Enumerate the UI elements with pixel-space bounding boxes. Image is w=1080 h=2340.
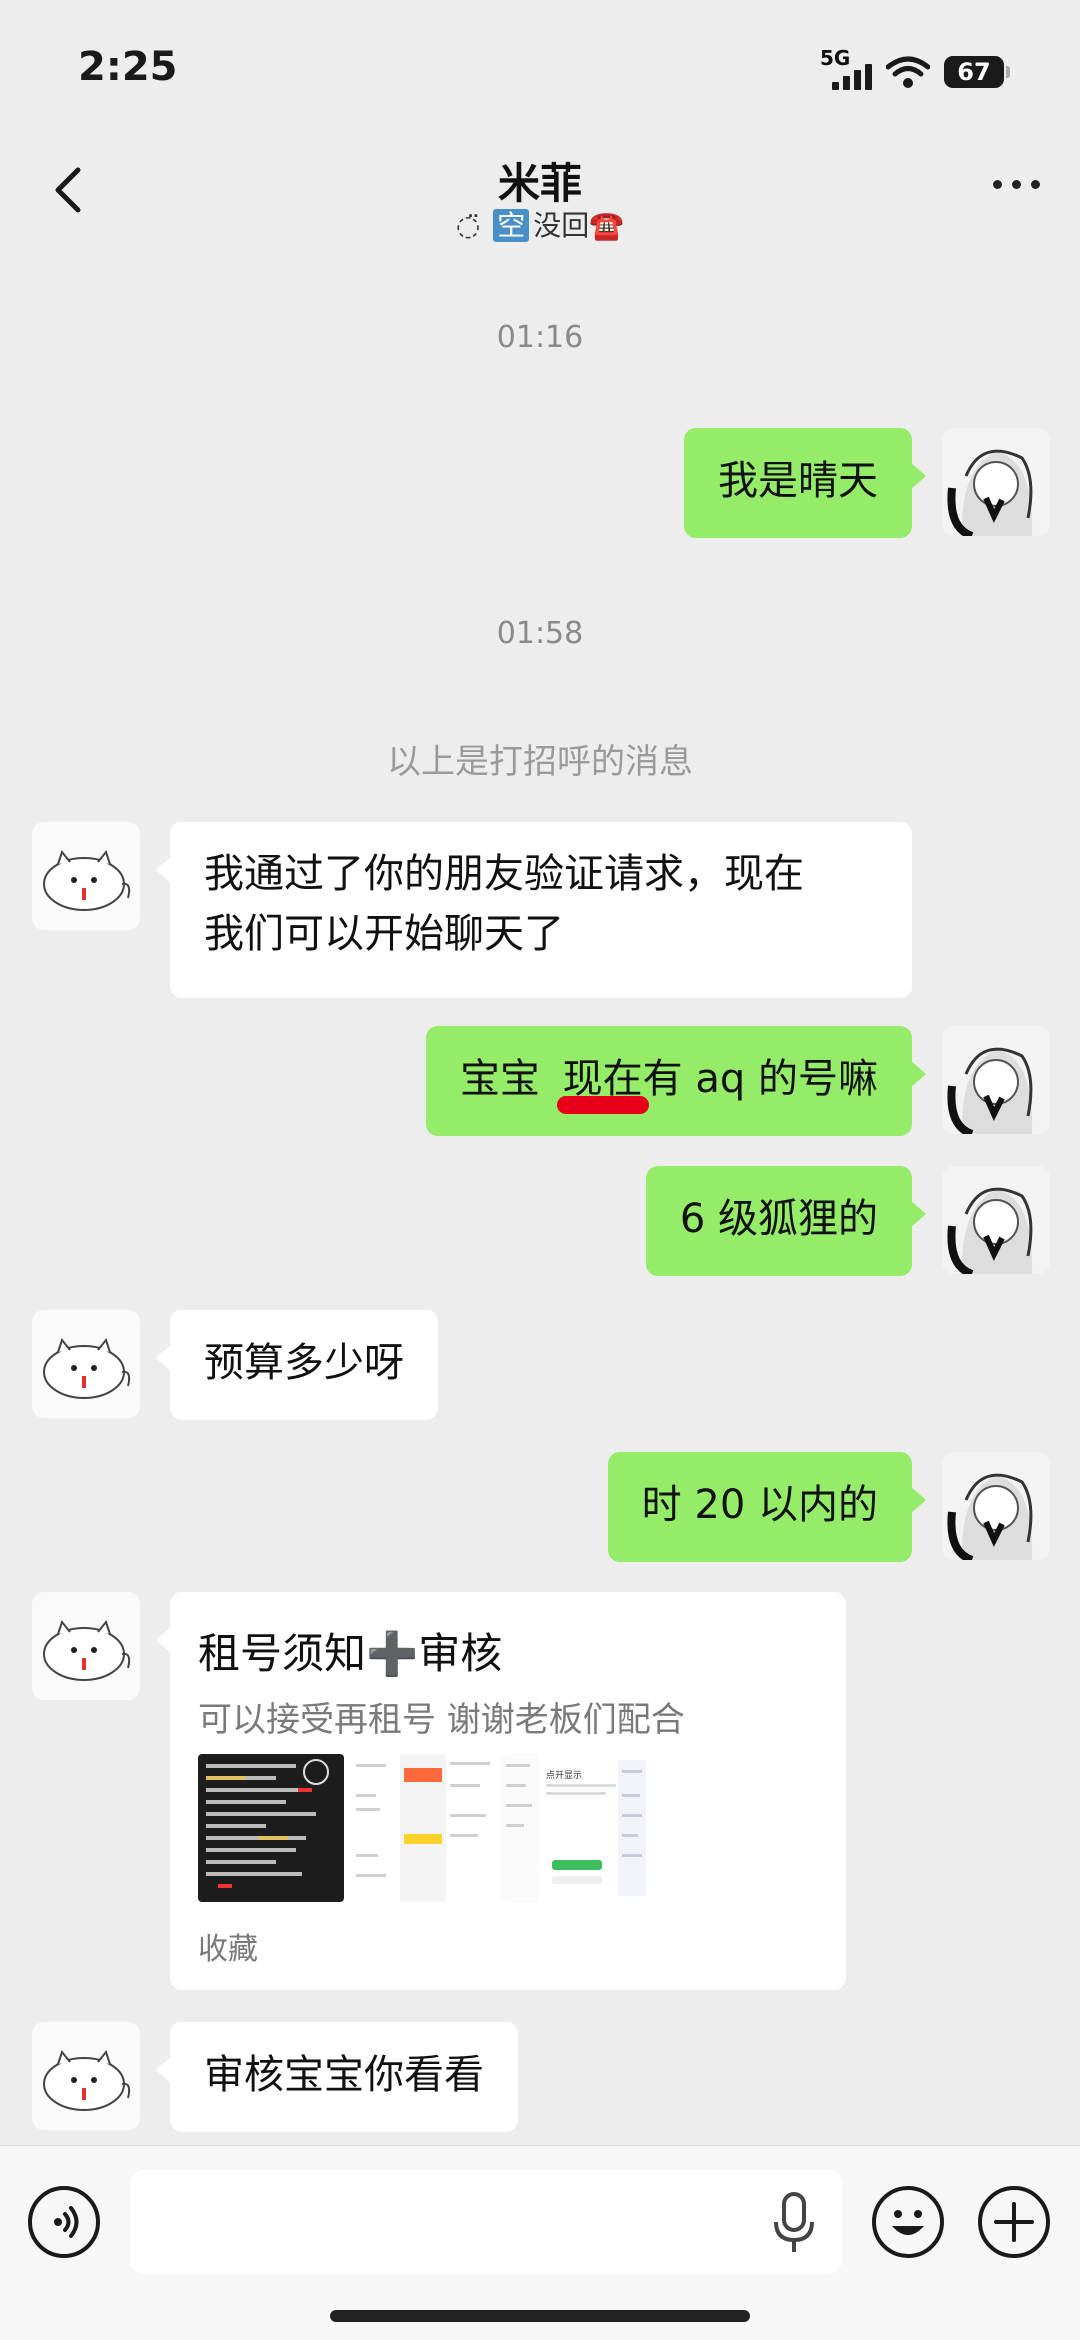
red-underline-mark — [556, 1096, 649, 1114]
system-notice: 以上是打招呼的消息 — [387, 742, 693, 782]
message-input[interactable] — [130, 2170, 842, 2274]
message-text: 6 级狐狸的 — [679, 1196, 878, 1242]
avatar-me[interactable] — [942, 1166, 1050, 1274]
message-text-line: 我们可以开始聊天了 — [204, 911, 564, 957]
avatar-contact[interactable] — [32, 1592, 140, 1700]
message-text: 预算多少呀 — [204, 1340, 404, 1386]
emoji-icon[interactable] — [872, 2186, 944, 2258]
card-thumbnails: 点开显示 — [198, 1754, 648, 1902]
message-bubble-incoming[interactable]: 我通过了你的朋友验证请求，现在 我们可以开始聊天了 — [156, 822, 912, 998]
message-text: 审核宝宝你看看 — [204, 2052, 484, 2098]
chat-area[interactable]: 01:16 我是晴天 01:58 以上是打招呼的消息 我通过了你的朋友验证请求，… — [0, 260, 1080, 2145]
message-text: 我是晴天 — [718, 458, 878, 504]
contact-status: ◌̈ 空没回☎️ — [0, 204, 1080, 244]
avatar-me[interactable] — [942, 428, 1050, 536]
contact-name: 米菲 — [497, 159, 582, 208]
battery-level: 67 — [957, 58, 991, 86]
thumbnail-image[interactable] — [198, 1754, 344, 1902]
avatar-contact[interactable] — [32, 2022, 140, 2130]
avatar-me[interactable] — [942, 1026, 1050, 1134]
status-bar: 2:25 5G 67 — [0, 0, 1080, 130]
status-prefix: ◌̈ — [455, 209, 481, 242]
message-text: 时 20 以内的 — [641, 1482, 878, 1528]
thumbnail-image[interactable]: 点开显示 — [502, 1754, 648, 1902]
message-bubble-incoming[interactable]: 预算多少呀 — [156, 1310, 438, 1420]
message-text-line: 我通过了你的朋友验证请求，现在 — [204, 851, 804, 897]
more-dots-icon[interactable] — [993, 180, 1040, 189]
svg-text:点开显示: 点开显示 — [546, 1770, 582, 1781]
avatar-me[interactable] — [942, 1452, 1050, 1560]
timestamp: 01:16 — [496, 320, 584, 355]
plus-icon[interactable] — [978, 2186, 1050, 2258]
avatar-contact[interactable] — [32, 1310, 140, 1418]
message-bubble-outgoing[interactable]: 我是晴天 — [684, 428, 926, 538]
chat-header: 米菲 ◌̈ 空没回☎️ — [0, 130, 1080, 260]
message-bubble-outgoing[interactable]: 宝宝 现在有 aq 的号嘛 — [425, 1026, 927, 1136]
card-source-label: 收藏 — [198, 1932, 258, 1967]
status-icons: 5G 67 — [820, 46, 1010, 94]
message-bubble-outgoing[interactable]: 时 20 以内的 — [607, 1452, 927, 1562]
wifi-icon — [886, 56, 930, 88]
status-text: 没回☎️ — [533, 209, 625, 242]
card-title: 租号须知➕审核 — [198, 1629, 503, 1678]
status-time: 2:25 — [78, 44, 178, 90]
status-boxed-char: 空 — [493, 209, 530, 242]
message-bubble-outgoing[interactable]: 6 级狐狸的 — [645, 1166, 927, 1276]
input-bar — [0, 2145, 1080, 2340]
voice-icon[interactable] — [28, 2186, 100, 2258]
card-description: 可以接受再租号 谢谢老板们配合 — [198, 1700, 685, 1740]
highlighted-text: 现在 — [556, 1056, 649, 1114]
timestamp: 01:58 — [496, 616, 584, 651]
home-indicator — [330, 2310, 750, 2322]
thumbnail-image[interactable] — [350, 1754, 496, 1902]
message-bubble-incoming[interactable]: 审核宝宝你看看 — [156, 2022, 518, 2132]
mic-icon[interactable] — [772, 2190, 816, 2256]
cellular-signal-icon: 5G — [820, 46, 872, 92]
favorite-card-message[interactable]: 租号须知➕审核 可以接受再租号 谢谢老板们配合 点开显示 收藏 — [156, 1592, 846, 1990]
message-text: 有 aq 的号嘛 — [642, 1056, 878, 1102]
avatar-contact[interactable] — [32, 822, 140, 930]
battery-icon: 67 — [944, 56, 1010, 88]
message-text: 宝宝 — [459, 1056, 540, 1102]
